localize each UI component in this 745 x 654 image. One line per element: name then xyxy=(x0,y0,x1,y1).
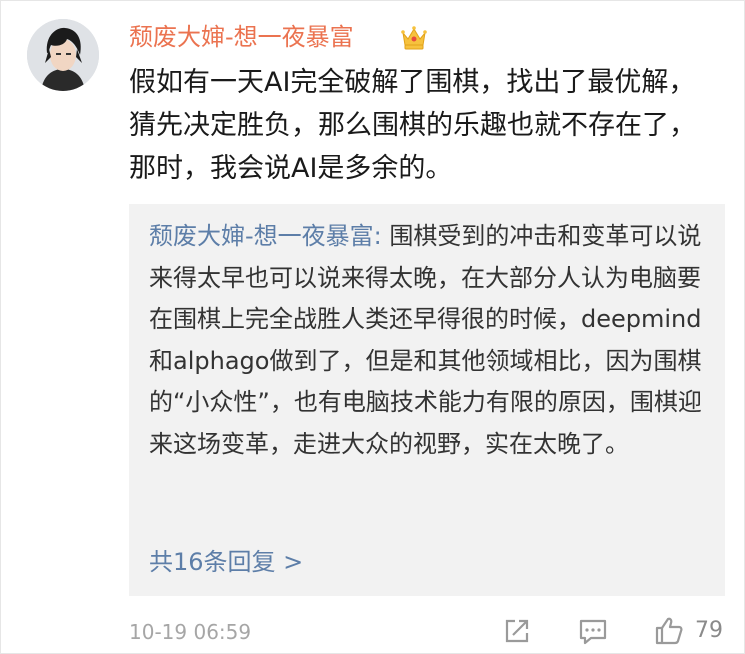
comment-text: 假如有一天AI完全破解了围棋，找出了最优解，猜先决定胜负，那么围棋的乐趣也就不存… xyxy=(129,67,696,184)
share-icon xyxy=(505,619,529,643)
quoted-reply[interactable]: 颓废大婶-想一夜暴富: 围棋受到的冲击和变革可以说来得太早也可以说来得太晚，在大… xyxy=(129,204,725,596)
share-button[interactable] xyxy=(499,613,535,649)
comment-card: 颓废大婶-想一夜暴富 假如有一天AI完全破解了围棋，找出了最优解，猜先决定胜负，… xyxy=(0,0,745,654)
quoted-reply-text: 颓废大婶-想一夜暴富: 围棋受到的冲击和变革可以说来得太早也可以说来得太晚，在大… xyxy=(149,216,709,465)
quoted-reply-body: 围棋受到的冲击和变革可以说来得太早也可以说来得太晚，在大部分人认为电脑要在围棋上… xyxy=(149,222,702,458)
timestamp: 10-19 06:59 xyxy=(129,620,252,644)
crown-icon xyxy=(401,26,427,50)
reply-button[interactable] xyxy=(575,613,611,649)
like-button[interactable]: 79 xyxy=(651,613,731,649)
comment-icon xyxy=(579,619,607,645)
username[interactable]: 颓废大婶-想一夜暴富 xyxy=(129,19,354,55)
thumbs-up-icon xyxy=(655,617,683,645)
quoted-reply-author[interactable]: 颓废大婶-想一夜暴富: xyxy=(149,222,382,250)
avatar-portrait xyxy=(27,19,99,91)
avatar[interactable] xyxy=(27,19,99,91)
like-count: 79 xyxy=(695,618,723,643)
more-replies-link[interactable]: 共16条回复 > xyxy=(149,544,303,580)
